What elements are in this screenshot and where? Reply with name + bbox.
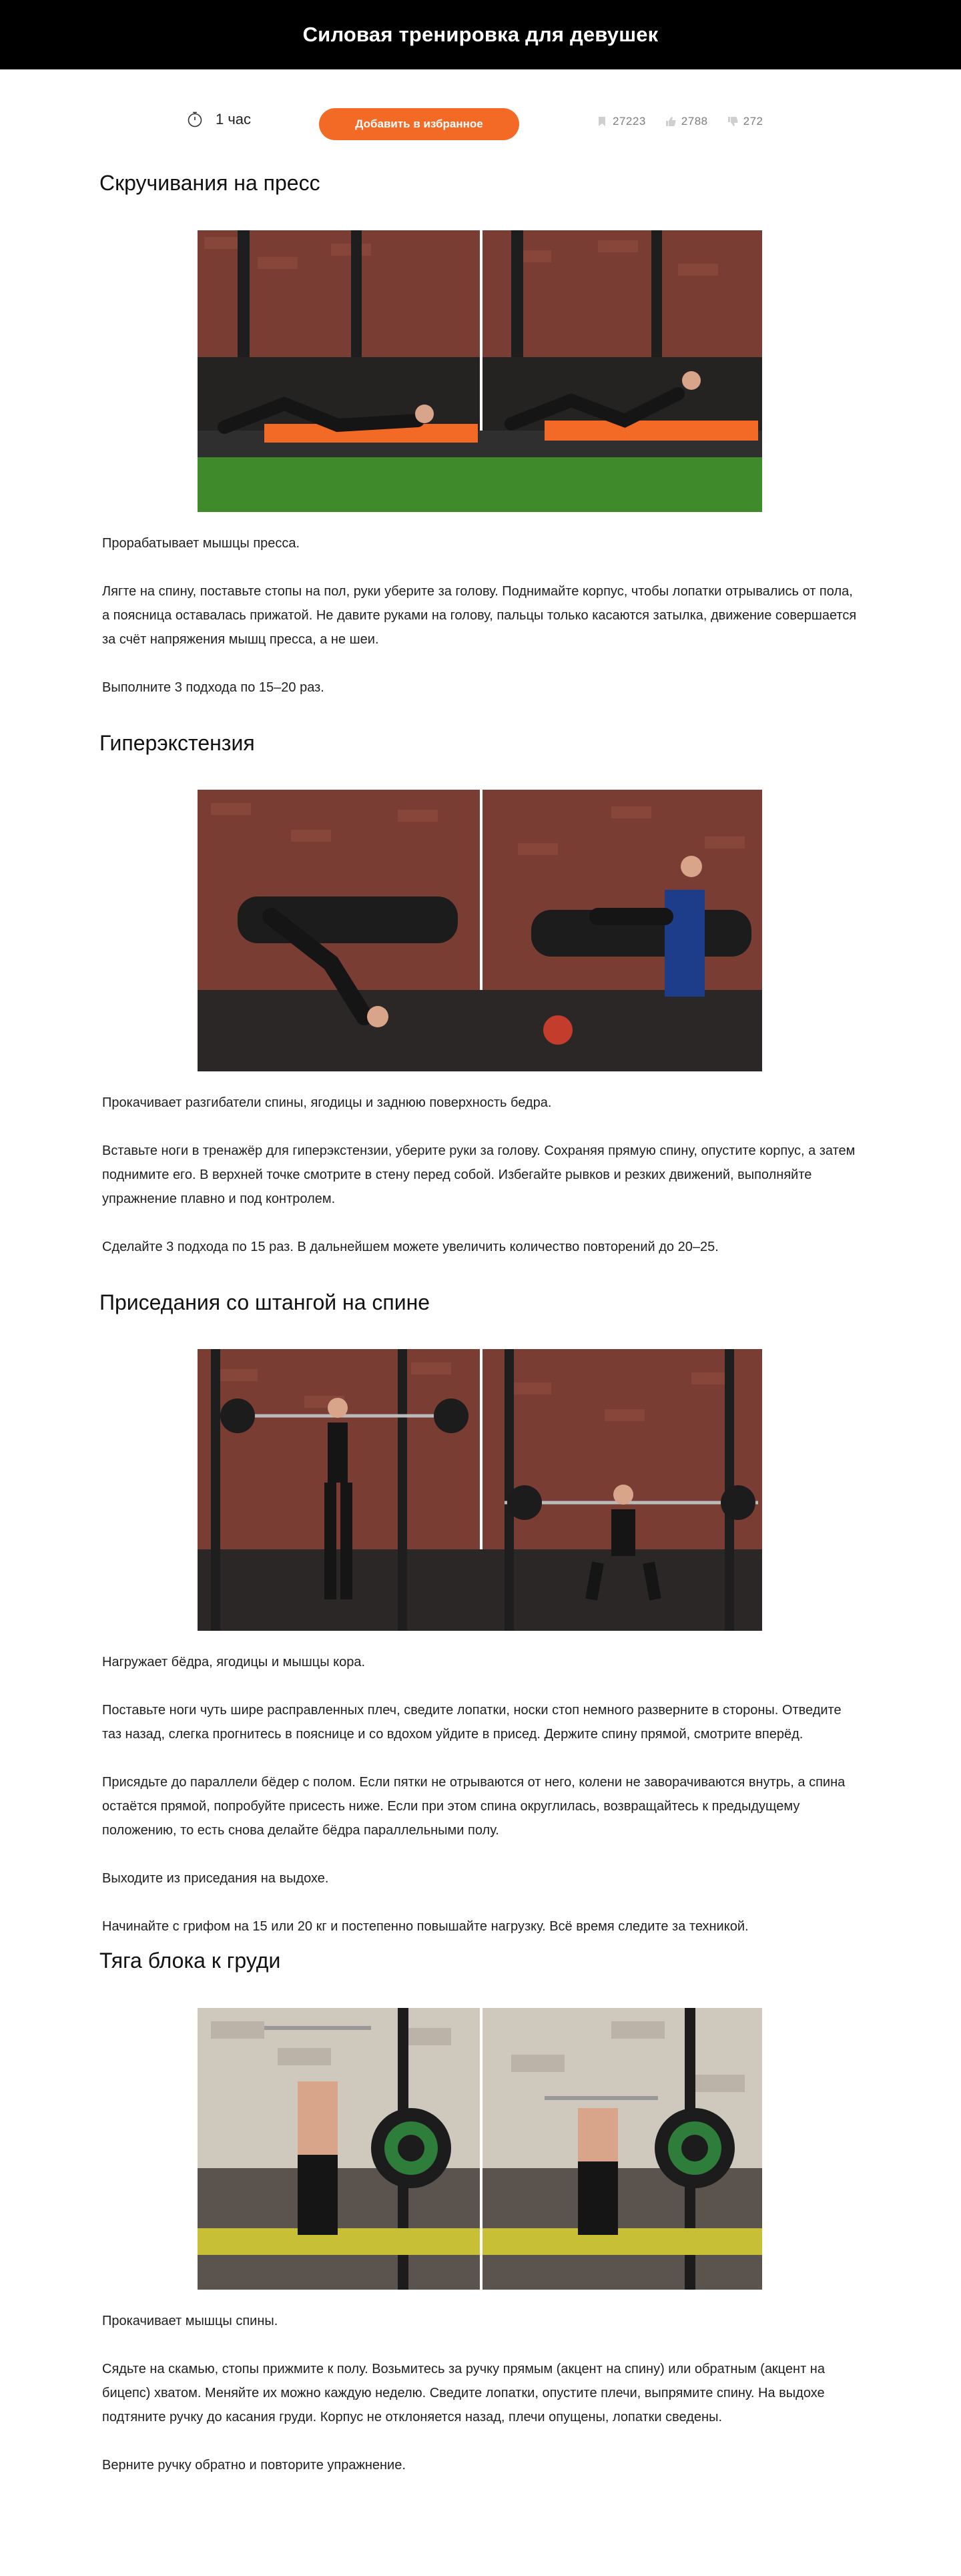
thumbs-up-icon <box>665 117 676 126</box>
exercise-description: Прокачивает мышцы спины. Сядьте на скамь… <box>102 2309 863 2477</box>
exercise-photo-crunches <box>198 230 762 512</box>
exercise-paragraph: Прокачивает разгибатели спины, ягодицы и… <box>102 1095 552 1110</box>
squats-photo <box>198 1349 762 1631</box>
add-to-favorites-button[interactable]: Добавить в избранное <box>319 108 519 140</box>
exercise-description: Прокачивает разгибатели спины, ягодицы и… <box>102 1091 863 1259</box>
exercise-title: Скручивания на пресс <box>99 171 320 195</box>
exercise-paragraph: Нагружает бёдра, ягодицы и мышцы кора. <box>102 1655 366 1669</box>
crunches-photo <box>198 230 762 512</box>
likes-count: 2788 <box>681 115 708 127</box>
exercise-photo-lat-pulldown <box>198 2008 762 2290</box>
exercise-paragraph: Выполните 3 подхода по 15–20 раз. <box>102 680 324 695</box>
exercise-paragraph: Начинайте с грифом на 15 или 20 кг и пос… <box>102 1919 749 1934</box>
exercise-title: Тяга блока к груди <box>99 1949 281 1973</box>
exercise-paragraph: Присядьте до параллели бёдер с полом. Ес… <box>102 1775 846 1838</box>
exercise-photo-squats <box>198 1349 762 1631</box>
dislikes-count: 272 <box>743 115 763 127</box>
views-count: 27223 <box>613 115 646 127</box>
exercise-paragraph: Выходите из приседания на выдохе. <box>102 1871 329 1886</box>
duration: 1 час <box>186 111 251 128</box>
duration-label: 1 час <box>216 111 252 127</box>
views-stat: 27223 <box>596 115 646 128</box>
likes-stat[interactable]: 2788 <box>665 115 708 128</box>
exercise-paragraph: Сядьте на скамью, стопы прижмите к полу.… <box>102 2362 825 2424</box>
exercise-paragraph: Сделайте 3 подхода по 15 раз. В дальнейш… <box>102 1240 719 1254</box>
hyperextension-photo <box>198 790 762 1071</box>
page-title: Силовая тренировка для девушек <box>302 23 659 46</box>
exercise-paragraph: Прорабатывает мышцы пресса. <box>102 536 300 551</box>
dislikes-stat[interactable]: 272 <box>727 115 763 128</box>
article-stats: 27223 2788 272 <box>596 115 763 128</box>
page-header: Силовая тренировка для девушек <box>0 0 961 69</box>
exercise-paragraph: Поставьте ноги чуть шире расправленных п… <box>102 1703 842 1742</box>
exercise-paragraph: Верните ручку обратно и повторите упражн… <box>102 2458 406 2473</box>
exercise-paragraph: Прокачивает мышцы спины. <box>102 2314 278 2328</box>
exercise-title: Приседания со штангой на спине <box>99 1290 430 1314</box>
thumbs-down-icon <box>727 117 738 126</box>
exercise-paragraph: Вставьте ноги в тренажёр для гиперэкстен… <box>102 1143 856 1206</box>
exercise-title: Гиперэкстензия <box>99 731 255 755</box>
exercise-description: Нагружает бёдра, ягодицы и мышцы кора. П… <box>102 1650 863 1939</box>
lat-pulldown-photo <box>198 2008 762 2290</box>
exercise-description: Прорабатывает мышцы пресса. Лягте на спи… <box>102 531 863 700</box>
stopwatch-icon <box>188 111 202 127</box>
bookmark-icon <box>599 117 605 126</box>
exercise-paragraph: Лягте на спину, поставьте стопы на пол, … <box>102 584 857 647</box>
exercise-photo-hyperextension <box>198 790 762 1071</box>
